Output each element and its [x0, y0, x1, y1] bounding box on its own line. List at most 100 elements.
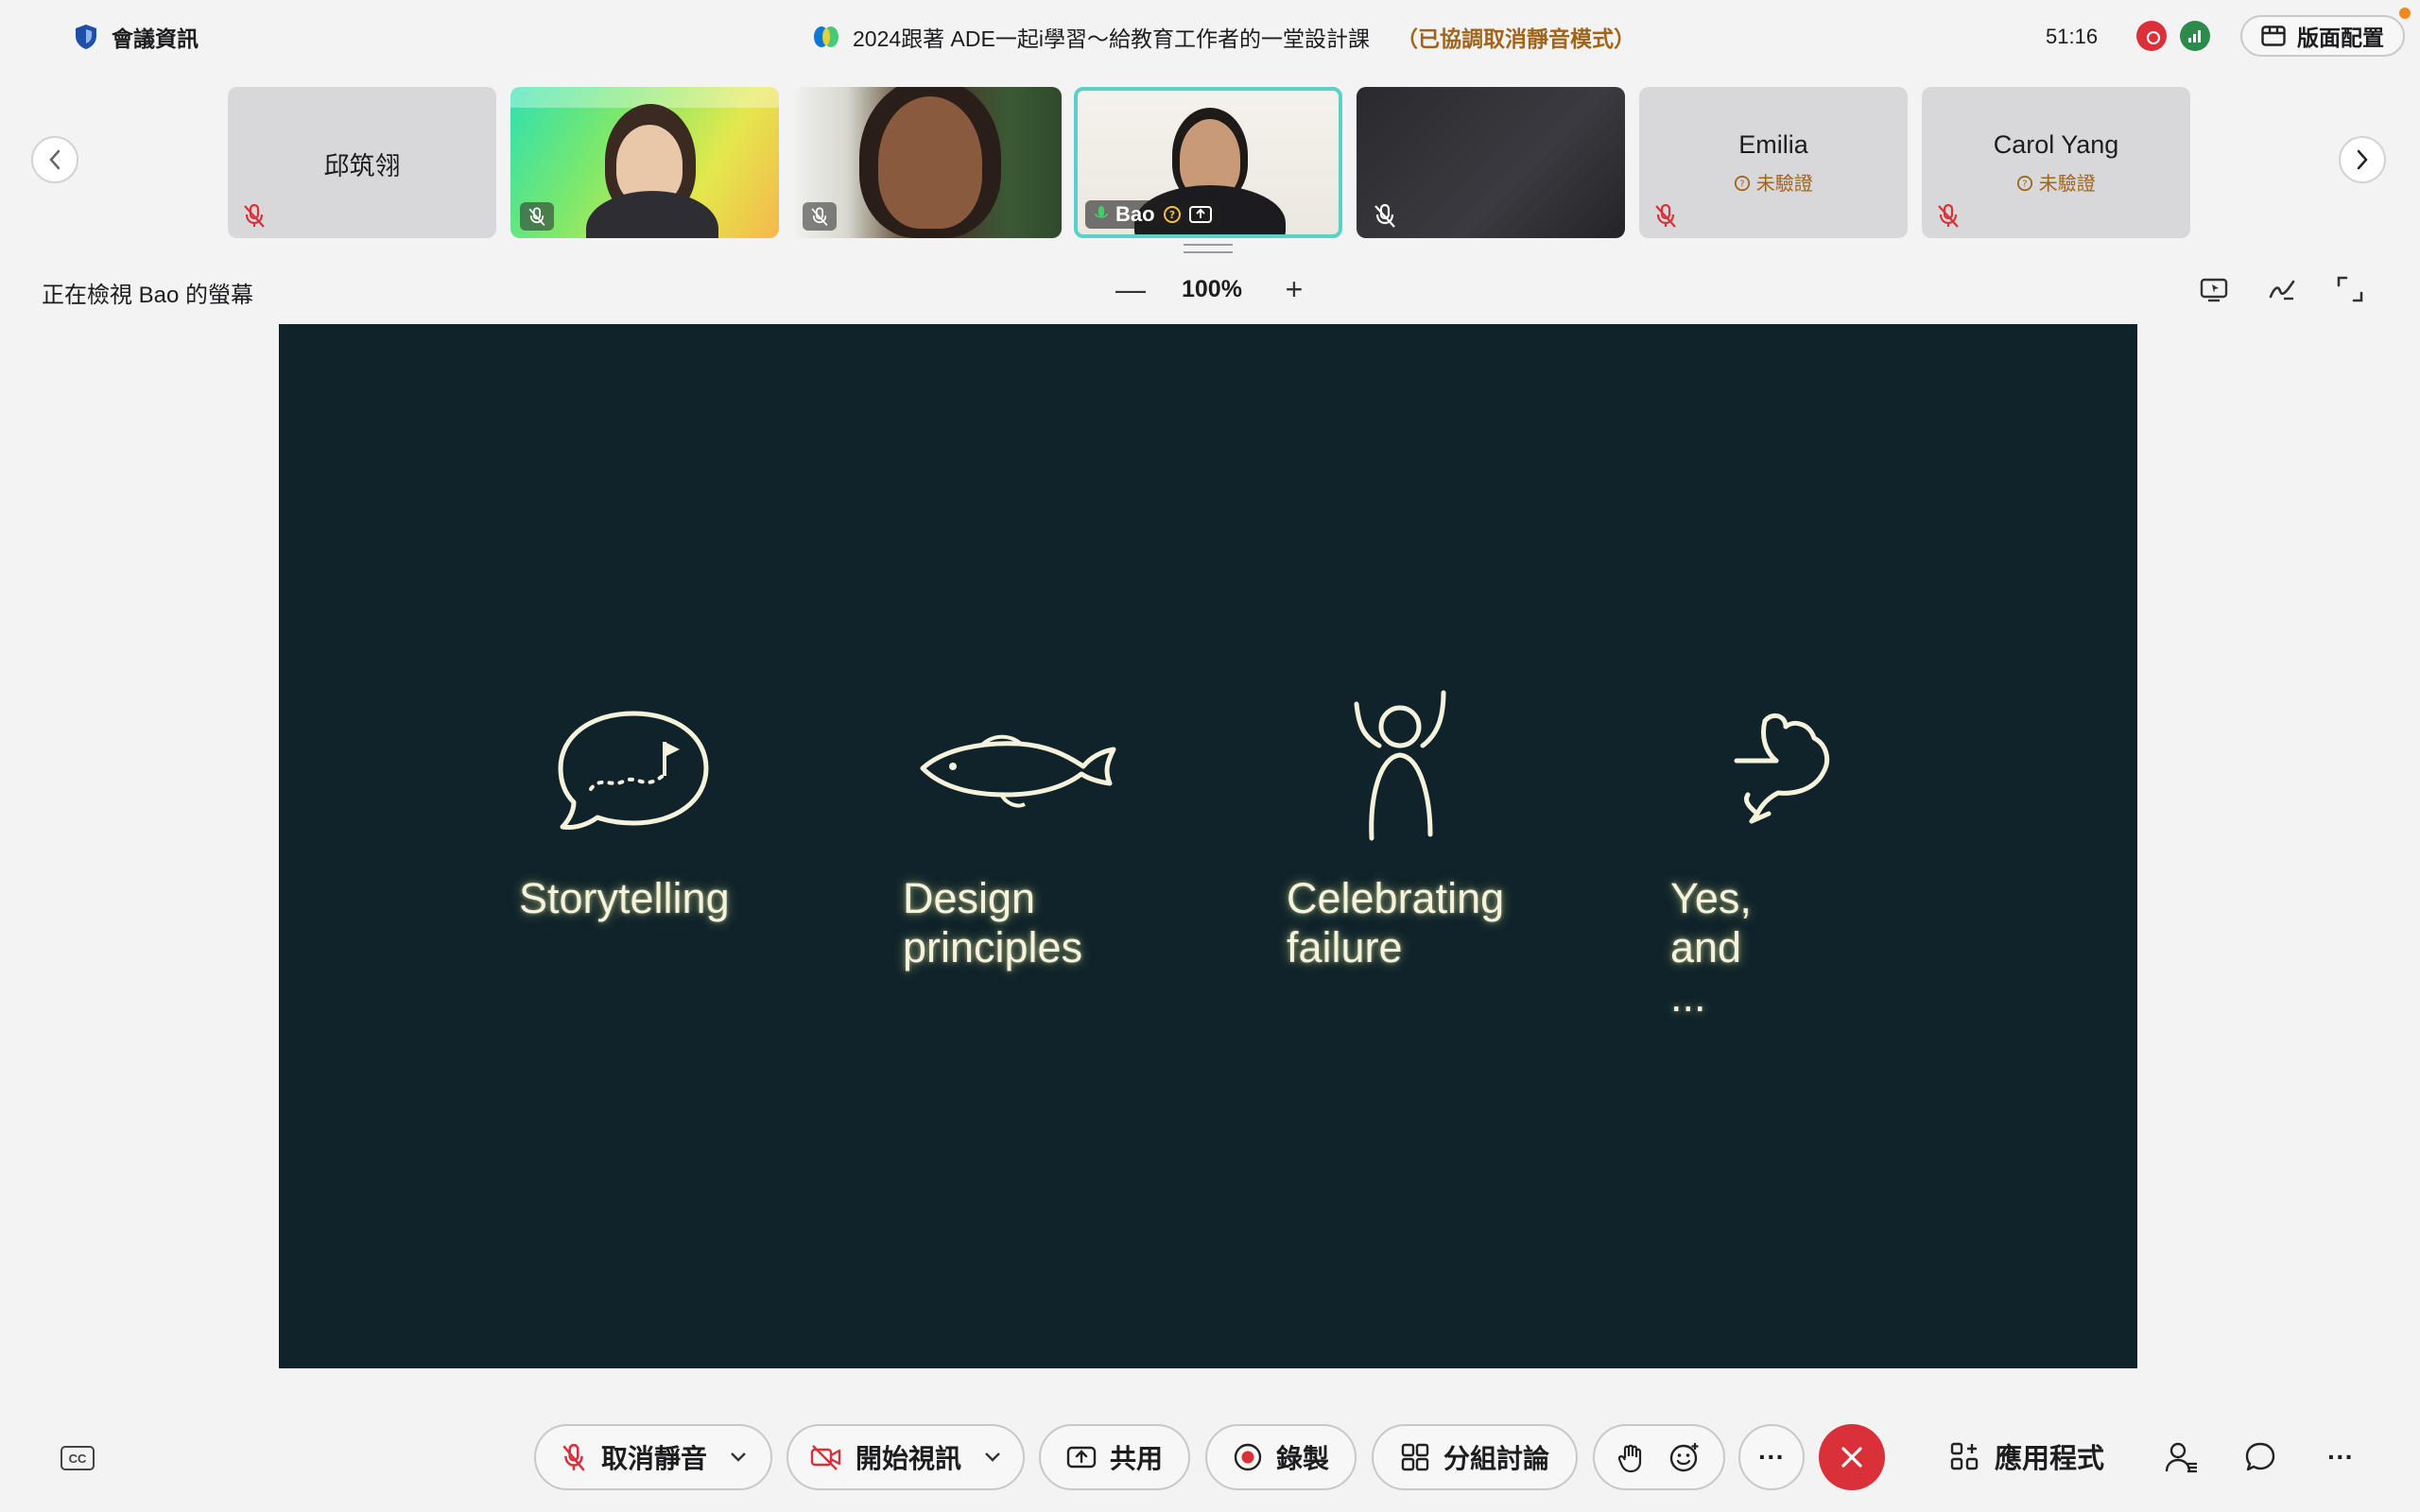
meeting-info-button[interactable]: 會議資訊 — [74, 21, 199, 53]
participant-name: Bao — [1115, 202, 1155, 226]
slide-item-label: Yes, and ... — [1670, 874, 1752, 1021]
annotate-icon[interactable] — [2267, 274, 2297, 304]
start-video-button[interactable]: 開始視訊 — [786, 1424, 1025, 1490]
more-options-icon: ··· — [1758, 1442, 1785, 1471]
zoom-level: 100% — [1182, 276, 1242, 302]
fish-icon — [920, 734, 1116, 808]
meeting-timer: 51:16 — [2046, 25, 2099, 48]
more-panels-icon: ··· — [2327, 1442, 2354, 1471]
reactions-group — [1593, 1424, 1725, 1490]
title-bar: 會議資訊 2024跟著 ADE一起i學習～給教育工作者的一堂設計課 （已協調取消… — [0, 0, 2420, 76]
closed-captions-button[interactable]: CC — [60, 1446, 95, 1470]
apps-icon — [1950, 1442, 1979, 1470]
raise-hand-icon[interactable] — [1617, 1441, 1644, 1473]
apps-button[interactable]: 應用程式 — [1949, 1436, 2104, 1476]
mic-icon — [1095, 206, 1108, 218]
meeting-title: 2024跟著 ADE一起i學習～給教育工作者的一堂設計課 （已協調取消靜音模式） — [813, 21, 1635, 53]
pointing-hand-icon — [1734, 713, 1830, 824]
unverified-label: 未驗證 — [1755, 174, 1813, 195]
participant-tile[interactable]: Carol Yang ? 未驗證 — [1922, 87, 2190, 238]
zoom-controls: — 100% + — [1115, 272, 1308, 307]
chat-button[interactable] — [2241, 1438, 2279, 1476]
unmute-label: 取消靜音 — [600, 1444, 707, 1473]
unverified-label: 未驗證 — [2038, 174, 2096, 195]
participant-tile[interactable]: Emilia ? 未驗證 — [1639, 87, 1908, 238]
record-icon — [1234, 1443, 1262, 1471]
notification-dot — [2399, 8, 2411, 19]
share-label: 共用 — [1109, 1444, 1163, 1473]
unverified-status: ? 未驗證 — [1922, 168, 2190, 196]
viewing-screen-label: 正在檢視 Bao 的螢幕 — [42, 283, 254, 308]
close-icon — [1841, 1447, 1862, 1468]
filmstrip-prev-button[interactable] — [31, 136, 78, 183]
muted-mic-icon — [562, 1443, 585, 1471]
fullscreen-icon[interactable] — [2335, 274, 2365, 304]
share-view-tools — [2199, 274, 2365, 304]
unverified-icon: ? — [1163, 206, 1181, 223]
closed-captions-icon: CC — [68, 1451, 87, 1466]
share-button[interactable]: 共用 — [1039, 1424, 1190, 1490]
leave-meeting-button[interactable] — [1819, 1424, 1885, 1490]
participant-name-badge: Bao ? — [1085, 200, 1221, 229]
more-panels-button[interactable]: ··· — [2322, 1438, 2360, 1476]
breakout-button[interactable]: 分組討論 — [1372, 1424, 1578, 1490]
slide-item-label: Storytelling — [519, 874, 730, 922]
webex-logo-icon — [814, 26, 838, 47]
participant-tile[interactable] — [793, 87, 1062, 238]
participant-tile[interactable]: 邱筑翎 — [228, 87, 496, 238]
slide-item-label: Celebrating failure — [1287, 874, 1505, 971]
record-label: 錄製 — [1275, 1444, 1329, 1473]
muted-mic-icon — [1374, 203, 1395, 228]
breakout-grid-icon — [1401, 1443, 1429, 1471]
more-options-button[interactable]: ··· — [1738, 1424, 1805, 1490]
muted-mic-icon — [1655, 203, 1676, 228]
breakout-label: 分組討論 — [1443, 1444, 1549, 1473]
sharing-screen-icon — [1188, 206, 1212, 223]
meeting-info-label: 會議資訊 — [112, 26, 199, 51]
muted-mic-icon — [1938, 203, 1959, 228]
slide-item-label: Design principles — [903, 874, 1083, 971]
unmute-button[interactable]: 取消靜音 — [534, 1424, 772, 1490]
record-button[interactable]: 錄製 — [1205, 1424, 1357, 1490]
arms-raised-person-icon — [1354, 690, 1446, 841]
participants-icon — [2165, 1442, 2197, 1473]
participant-name: Carol Yang — [1993, 130, 2119, 159]
chevron-left-icon — [49, 149, 60, 170]
layout-button[interactable]: 版面配置 — [2240, 15, 2405, 57]
svg-text:?: ? — [1168, 209, 1174, 221]
video-off-icon — [810, 1445, 841, 1470]
participant-name: 邱筑翎 — [323, 152, 401, 180]
svg-text:?: ? — [1740, 180, 1745, 190]
unverified-icon: ? — [2017, 175, 2033, 192]
shield-icon — [76, 25, 96, 49]
muted-mic-badge — [520, 202, 554, 231]
shared-screen[interactable]: Storytelling Design principles Celebrati… — [279, 324, 2137, 1368]
svg-text:?: ? — [2023, 180, 2028, 190]
participant-tile[interactable] — [1357, 87, 1625, 238]
filmstrip-resize-handle[interactable] — [1184, 244, 1233, 253]
unverified-icon: ? — [1735, 175, 1751, 192]
emoji-reaction-icon[interactable] — [1668, 1441, 1701, 1473]
chat-icon — [2245, 1442, 2275, 1471]
participant-name: Emilia — [1738, 130, 1808, 159]
participants-button[interactable] — [2163, 1438, 2201, 1476]
chevron-down-icon[interactable] — [730, 1452, 747, 1463]
share-screen-icon — [1066, 1446, 1097, 1469]
remote-control-icon[interactable] — [2199, 274, 2229, 304]
participant-tile-active[interactable]: Bao ? — [1074, 87, 1342, 238]
speech-bubble-path-flag-icon — [558, 711, 709, 830]
chevron-right-icon — [2357, 149, 2368, 170]
recording-indicator-icon[interactable] — [2136, 21, 2167, 51]
meeting-mute-mode-note: （已協調取消靜音模式） — [1395, 26, 1635, 51]
chevron-down-icon[interactable] — [984, 1452, 1001, 1463]
layout-button-label: 版面配置 — [2297, 26, 2384, 50]
participant-tile[interactable] — [510, 87, 779, 238]
filmstrip-next-button[interactable] — [2339, 136, 2386, 183]
start-video-label: 開始視訊 — [855, 1444, 961, 1473]
zoom-in-button[interactable]: + — [1280, 272, 1308, 307]
apps-label: 應用程式 — [1995, 1444, 2105, 1474]
layout-icon — [2261, 26, 2286, 46]
network-signal-icon[interactable] — [2180, 21, 2210, 51]
muted-mic-badge — [803, 202, 837, 231]
zoom-out-button[interactable]: — — [1115, 272, 1146, 307]
